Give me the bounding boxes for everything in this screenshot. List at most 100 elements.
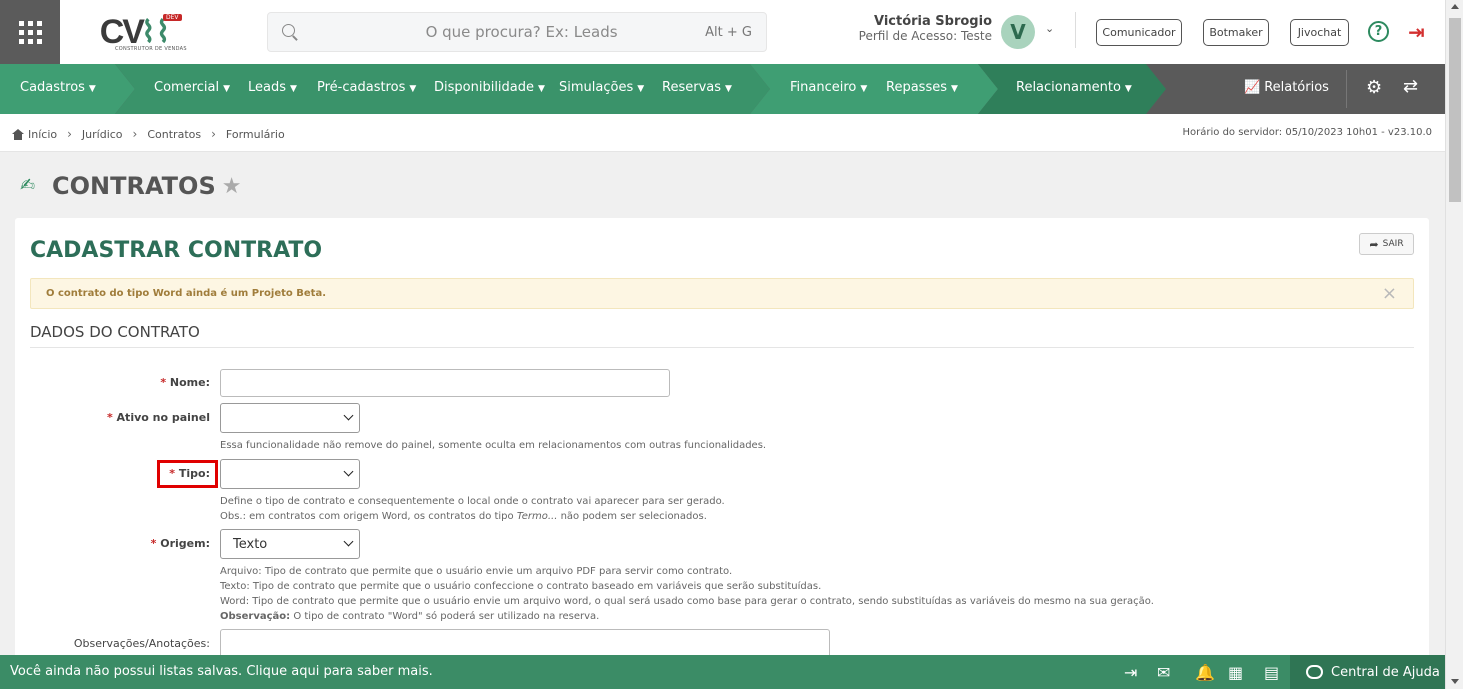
user-name: Victória Sbrogio: [873, 14, 992, 29]
exit-button[interactable]: ➦ SAIR: [1359, 233, 1414, 255]
breadcrumb: Início › Jurídico › Contratos › Formulár…: [12, 127, 285, 141]
nav-comercial[interactable]: Comercial ▼: [154, 80, 230, 95]
origem-select[interactable]: Texto: [220, 529, 360, 559]
ativo-select[interactable]: [220, 403, 360, 433]
nav-label: Relacionamento: [1016, 80, 1121, 95]
section-title: DADOS DO CONTRATO: [30, 323, 1414, 348]
chevron-down-icon: [344, 412, 353, 421]
origem-help-4: Observação: O tipo de contrato "Word" só…: [220, 609, 599, 624]
contract-hand-icon: ✍: [20, 175, 36, 196]
origem-help-2: Texto: Tipo de contrato que permite que …: [220, 581, 822, 592]
collapse-right-icon[interactable]: ⇥: [1124, 663, 1137, 682]
comunicador-button[interactable]: Comunicador: [1096, 19, 1182, 46]
nav-pre-cadastros[interactable]: Pré-cadastros ▼: [317, 80, 416, 95]
nav-label: Simulações: [559, 80, 634, 95]
scroll-down-icon[interactable]: [1451, 679, 1459, 684]
nav-label: Comercial: [154, 80, 220, 95]
nav-disponibilidade[interactable]: Disponibilidade ▼: [434, 80, 545, 95]
label-text: Ativo no painel: [116, 411, 210, 424]
share-arrow-icon: ➦: [1369, 237, 1379, 251]
nome-input[interactable]: [220, 369, 670, 397]
nav-simulacoes[interactable]: Simulações ▼: [559, 80, 644, 95]
search-bar[interactable]: Alt + G: [267, 12, 767, 52]
tipo-label: * Tipo:: [169, 467, 210, 480]
nome-label: * Nome:: [160, 376, 210, 389]
calculator-icon[interactable]: ▤: [1264, 663, 1279, 682]
label-text: Nome:: [169, 376, 210, 389]
botmaker-button[interactable]: Botmaker: [1203, 19, 1269, 46]
nav-leads[interactable]: Leads ▼: [248, 80, 297, 95]
gear-icon[interactable]: ⚙: [1366, 77, 1382, 98]
server-time: Horário do servidor: 05/10/2023 10h01 - …: [1182, 127, 1432, 138]
nav-repasses[interactable]: Repasses ▼: [886, 80, 958, 95]
logo[interactable]: CV ⌇⌇ DEV CONSTRUTOR DE VENDAS: [60, 0, 210, 64]
chevron-right-icon: ›: [67, 127, 72, 141]
help-text: O tipo de contrato "Word" só poderá ser …: [290, 611, 600, 622]
nav-financeiro[interactable]: Financeiro ▼: [790, 80, 867, 95]
nav-label: Pré-cadastros: [317, 80, 406, 95]
dev-badge: DEV: [163, 14, 182, 21]
star-icon[interactable]: ★: [222, 174, 242, 199]
header-divider: [1075, 12, 1076, 48]
jivochat-button[interactable]: Jivochat: [1290, 19, 1349, 46]
nav-relatorios[interactable]: 📈 Relatórios: [1244, 80, 1329, 95]
tipo-select[interactable]: [220, 459, 360, 489]
breadcrumb-contratos[interactable]: Contratos: [147, 128, 201, 141]
chart-line-icon: 📈: [1244, 80, 1261, 95]
origem-help-1: Arquivo: Tipo de contrato que permite qu…: [220, 566, 733, 577]
search-input[interactable]: [338, 23, 706, 41]
calendar-icon[interactable]: ▦: [1228, 663, 1243, 682]
chevron-right-icon: ›: [211, 127, 216, 141]
scrollbar[interactable]: [1445, 0, 1463, 689]
origem-label: * Origem:: [150, 537, 210, 550]
tipo-help-1: Define o tipo de contrato e consequentem…: [220, 496, 725, 507]
breadcrumb-bar: Início › Jurídico › Contratos › Formulár…: [0, 114, 1445, 152]
ativo-label: * Ativo no painel: [106, 411, 210, 424]
chevron-down-icon: ▼: [88, 84, 96, 94]
avatar[interactable]: V: [1001, 15, 1035, 49]
nav-label: Relatórios: [1264, 80, 1329, 95]
chevron-down-icon: [344, 538, 353, 547]
chevron-down-icon: ▼: [290, 84, 297, 94]
nav-reservas[interactable]: Reservas ▼: [662, 80, 732, 95]
home-icon: [12, 128, 24, 140]
logout-icon[interactable]: ⇥: [1408, 20, 1425, 44]
help-text-italic: Termo...: [516, 511, 558, 522]
tipo-help-2: Obs.: em contratos com origem Word, os c…: [220, 509, 707, 524]
beta-alert: O contrato do tipo Word ainda é um Proje…: [30, 278, 1414, 309]
chevron-down-icon: ▼: [1124, 84, 1132, 94]
label-text: Tipo:: [178, 467, 210, 480]
scrollbar-thumb[interactable]: [1449, 18, 1461, 202]
help-text-bold: Observação:: [220, 611, 291, 622]
close-icon[interactable]: ×: [1382, 283, 1397, 304]
help-icon[interactable]: ?: [1368, 21, 1389, 42]
mail-star-icon[interactable]: ✉: [1157, 663, 1170, 682]
chevron-down-icon: ▼: [725, 84, 732, 94]
search-shortcut: Alt + G: [705, 24, 752, 40]
help-center-button[interactable]: Central de Ajuda: [1290, 655, 1445, 689]
chevron-down-icon[interactable]: ⌄: [1045, 22, 1054, 35]
nav-label: Cadastros: [20, 80, 85, 95]
user-info[interactable]: Victória Sbrogio Perfil de Acesso: Teste: [830, 14, 992, 43]
nav-cadastros[interactable]: Cadastros ▼: [20, 80, 96, 95]
logo-text: CV: [99, 13, 145, 51]
saved-lists-message[interactable]: Você ainda não possui listas salvas. Cli…: [10, 664, 433, 679]
swap-icon[interactable]: ⇄: [1403, 76, 1418, 97]
chevron-down-icon: ▼: [538, 84, 545, 94]
exit-label: SAIR: [1382, 239, 1404, 249]
chat-icon: [1306, 665, 1323, 679]
breadcrumb-inicio[interactable]: Início: [28, 128, 57, 141]
panel-title: CADASTRAR CONTRATO: [30, 238, 323, 263]
apps-menu-button[interactable]: [0, 0, 60, 64]
nav-relacionamento[interactable]: Relacionamento ▼: [1016, 80, 1132, 95]
chevron-down-icon: [344, 468, 353, 477]
scroll-up-icon[interactable]: [1451, 4, 1459, 9]
user-profile: Perfil de Acesso: Teste: [858, 29, 992, 43]
bell-icon[interactable]: 🔔: [1195, 663, 1215, 682]
label-text: Origem:: [160, 537, 210, 550]
logo-subtitle: CONSTRUTOR DE VENDAS: [115, 46, 187, 52]
breadcrumb-juridico[interactable]: Jurídico: [82, 128, 123, 141]
nav-label: Disponibilidade: [434, 80, 535, 95]
grid-icon: [18, 20, 42, 44]
alert-text: O contrato do tipo Word ainda é um Proje…: [46, 288, 327, 299]
